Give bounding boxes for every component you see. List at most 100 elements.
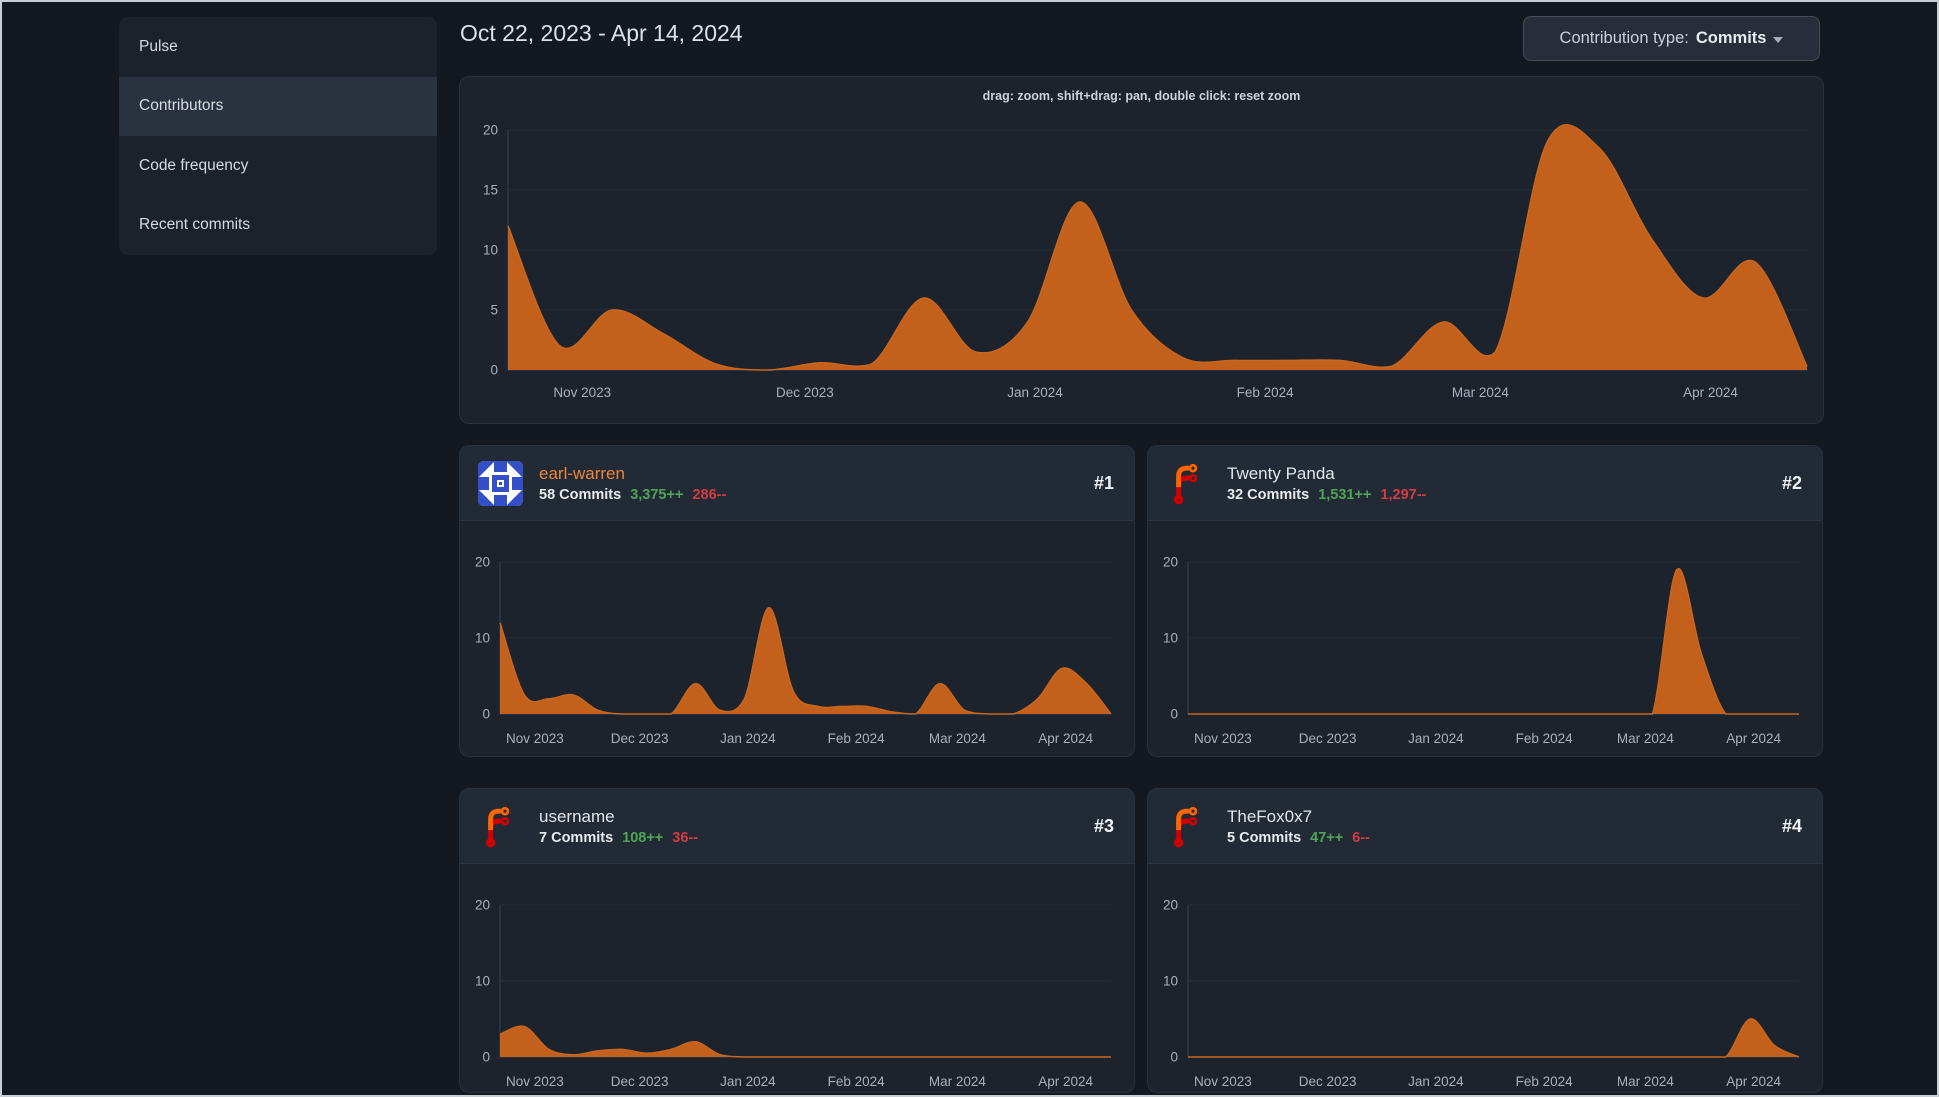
svg-text:0: 0 [482, 1050, 490, 1065]
rank-badge: #4 [1781, 815, 1802, 836]
svg-text:Feb 2024: Feb 2024 [1516, 1074, 1574, 1089]
svg-text:Dec 2023: Dec 2023 [1299, 731, 1357, 746]
svg-text:Nov 2023: Nov 2023 [506, 1074, 564, 1089]
svg-text:Apr 2024: Apr 2024 [1726, 1074, 1781, 1089]
sidebar-item-pulse[interactable]: Pulse [119, 17, 437, 77]
svg-text:Mar 2024: Mar 2024 [929, 1074, 987, 1089]
rank-badge: #1 [1093, 472, 1114, 493]
svg-text:5: 5 [490, 303, 498, 318]
deletions-count: 1,297-- [1380, 486, 1427, 503]
svg-text:10: 10 [483, 243, 498, 258]
svg-text:Apr 2024: Apr 2024 [1683, 385, 1738, 400]
svg-text:15: 15 [483, 183, 498, 198]
svg-text:Mar 2024: Mar 2024 [1452, 385, 1510, 400]
contributor-stats: 58 Commits 3,375++ 286-- [539, 487, 726, 503]
sidebar-item-recent-commits[interactable]: Recent commits [119, 196, 437, 256]
svg-text:Mar 2024: Mar 2024 [929, 731, 987, 746]
deletions-count: 6-- [1352, 829, 1370, 846]
svg-text:Dec 2023: Dec 2023 [611, 1074, 669, 1089]
svg-text:0: 0 [482, 707, 490, 722]
contributor-identity: username 7 Commits 108++ 36-- [539, 807, 698, 846]
svg-text:0: 0 [490, 363, 498, 378]
commit-count: 7 Commits [539, 829, 614, 846]
contributor-name: Twenty Panda [1227, 463, 1335, 483]
svg-text:0: 0 [1170, 707, 1178, 722]
contributor-card-4: TheFox0x7 5 Commits 47++ 6-- #4 0 10 20 Nov… [1147, 788, 1823, 1093]
contributor-card-1: earl-warren 58 Commits 3,375++ 286-- #1 … [459, 445, 1135, 757]
deletions-count: 36-- [672, 829, 699, 846]
svg-text:20: 20 [483, 123, 498, 138]
sidebar-item-contributors[interactable]: Contributors [119, 76, 437, 136]
contributors-page: Pulse Contributors Code frequency Recent… [0, 0, 1939, 1097]
svg-text:Nov 2023: Nov 2023 [506, 731, 564, 746]
date-range-heading: Oct 22, 2023 - Apr 14, 2024 [460, 20, 743, 46]
overall-contributions-card: drag: zoom, shift+drag: pan, double clic… [459, 76, 1824, 424]
contributor-name-link[interactable]: earl-warren [539, 464, 726, 484]
svg-text:Dec 2023: Dec 2023 [611, 731, 669, 746]
svg-text:Feb 2024: Feb 2024 [1516, 731, 1574, 746]
identicon-avatar [478, 460, 523, 506]
svg-text:Jan 2024: Jan 2024 [1408, 1074, 1464, 1089]
svg-text:Feb 2024: Feb 2024 [828, 731, 886, 746]
additions-count: 1,531++ [1318, 486, 1372, 503]
additions-count: 3,375++ [630, 486, 684, 503]
svg-text:Nov 2023: Nov 2023 [553, 385, 611, 400]
contributor-identity: TheFox0x7 5 Commits 47++ 6-- [1227, 807, 1370, 846]
svg-text:Nov 2023: Nov 2023 [1194, 1074, 1252, 1089]
svg-text:Apr 2024: Apr 2024 [1038, 731, 1093, 746]
svg-text:20: 20 [475, 555, 490, 570]
svg-text:Nov 2023: Nov 2023 [1194, 731, 1252, 746]
contributor-identity: Twenty Panda 32 Commits 1,531++ 1,297-- [1227, 464, 1426, 503]
chevron-down-icon [1773, 37, 1784, 43]
contributor-stats: 32 Commits 1,531++ 1,297-- [1227, 487, 1426, 503]
contribution-type-value: Commits [1695, 29, 1767, 47]
svg-text:Mar 2024: Mar 2024 [1617, 731, 1675, 746]
svg-text:10: 10 [1163, 631, 1178, 646]
contribution-type-label: Contribution type: [1559, 29, 1689, 47]
svg-text:Jan 2024: Jan 2024 [720, 731, 776, 746]
forgejo-logo-avatar [1166, 804, 1211, 849]
svg-text:Feb 2024: Feb 2024 [828, 1074, 886, 1089]
additions-count: 108++ [622, 829, 664, 846]
contributor-card-2: Twenty Panda 32 Commits 1,531++ 1,297-- … [1147, 445, 1823, 757]
commit-count: 5 Commits [1227, 829, 1302, 846]
svg-text:20: 20 [1163, 898, 1178, 913]
svg-text:0: 0 [1170, 1050, 1178, 1065]
commit-count: 32 Commits [1227, 486, 1310, 503]
additions-count: 47++ [1310, 829, 1344, 846]
commit-count: 58 Commits [539, 486, 622, 503]
svg-text:Dec 2023: Dec 2023 [776, 385, 834, 400]
contributor-name: TheFox0x7 [1227, 806, 1313, 826]
svg-text:Apr 2024: Apr 2024 [1038, 1074, 1093, 1089]
sidebar-item-label: Pulse [139, 37, 178, 55]
rank-badge: #2 [1781, 472, 1802, 493]
sidebar-item-code-frequency[interactable]: Code frequency [119, 136, 437, 196]
svg-text:Jan 2024: Jan 2024 [1007, 385, 1063, 400]
sidebar-item-label: Recent commits [139, 216, 251, 234]
deletions-count: 286-- [692, 486, 727, 503]
contributor-card-header: TheFox0x7 5 Commits 47++ 6-- #4 [1148, 789, 1822, 864]
svg-text:Dec 2023: Dec 2023 [1299, 1074, 1357, 1089]
contributor-card-3: username 7 Commits 108++ 36-- #3 0 10 20 No… [459, 788, 1135, 1093]
contributor-stats: 5 Commits 47++ 6-- [1227, 830, 1370, 846]
contributor-stats: 7 Commits 108++ 36-- [539, 830, 698, 846]
chart-zoom-hint: drag: zoom, shift+drag: pan, double clic… [982, 89, 1301, 103]
svg-text:Feb 2024: Feb 2024 [1237, 385, 1295, 400]
contribution-type-dropdown[interactable]: Contribution type: Commits [1523, 16, 1820, 61]
sidebar-item-label: Code frequency [139, 156, 249, 174]
svg-text:10: 10 [475, 974, 490, 989]
svg-text:10: 10 [1163, 974, 1178, 989]
overall-commits-chart[interactable]: 0 5 10 15 20 Nov 2023 Dec 2023 Jan 2024 Feb 2024… [460, 77, 1823, 423]
svg-text:10: 10 [475, 631, 490, 646]
contributor-card-header: Twenty Panda 32 Commits 1,531++ 1,297-- … [1148, 446, 1822, 521]
svg-text:Mar 2024: Mar 2024 [1617, 1074, 1675, 1089]
svg-text:Apr 2024: Apr 2024 [1726, 731, 1781, 746]
forgejo-logo-avatar [1166, 461, 1211, 506]
rank-badge: #3 [1093, 815, 1114, 836]
contributor-identity: earl-warren 58 Commits 3,375++ 286-- [539, 464, 726, 503]
svg-text:Jan 2024: Jan 2024 [1408, 731, 1464, 746]
repo-activity-sidebar: Pulse Contributors Code frequency Recent… [119, 17, 437, 255]
forgejo-logo-avatar [478, 804, 523, 849]
contributor-card-header: username 7 Commits 108++ 36-- #3 [460, 789, 1134, 864]
svg-text:20: 20 [475, 898, 490, 913]
